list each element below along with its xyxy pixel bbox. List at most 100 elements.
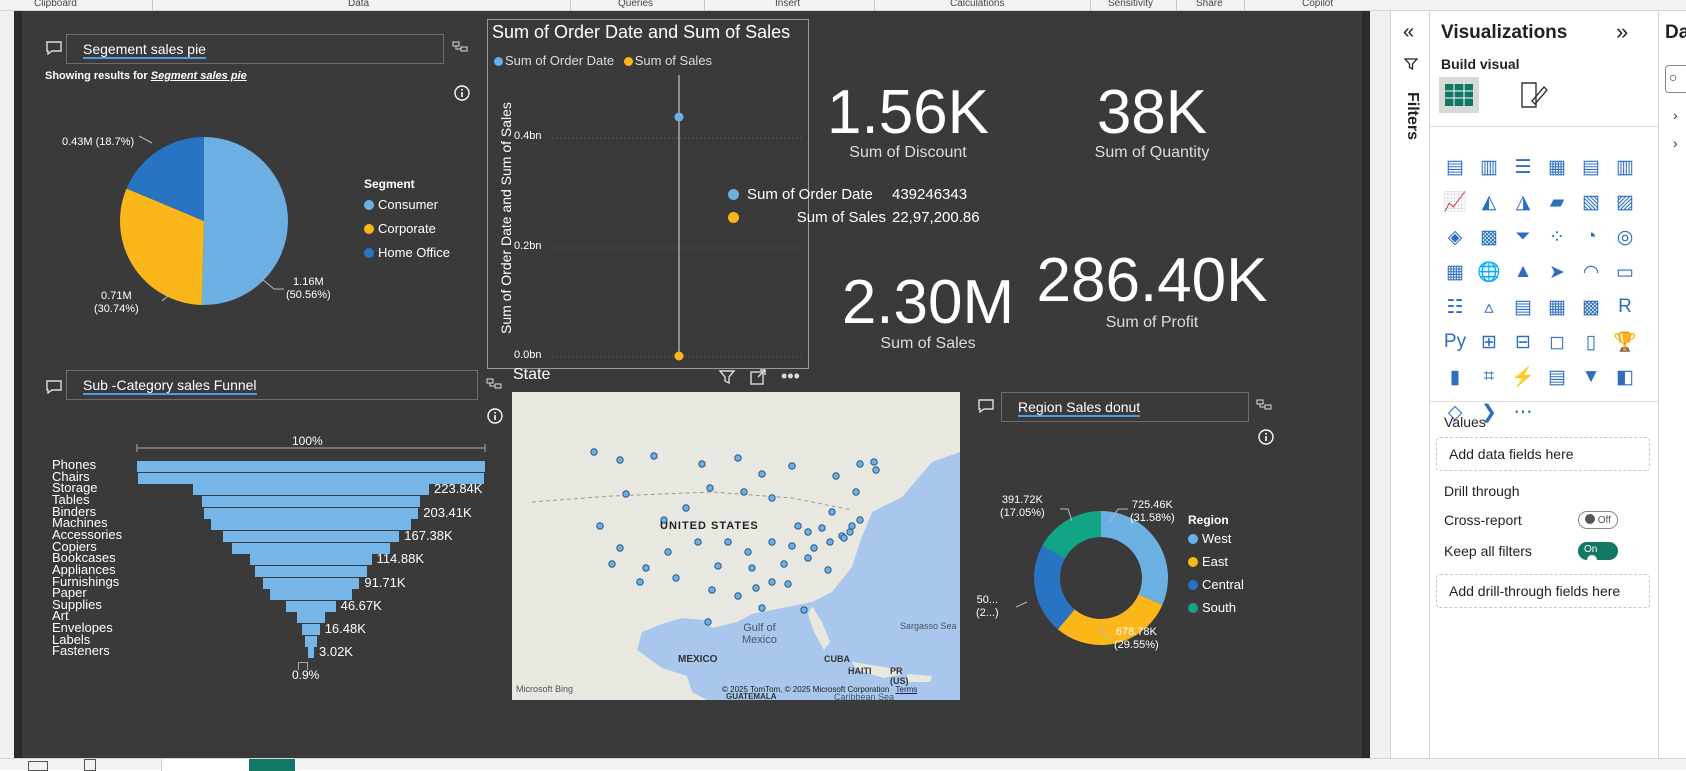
visual-type-grid[interactable]: ▤ ▥ ☰ ▦ ▤ ▥ 📈 ◭ ◮ ▰ ▧ ▨ ◈ ▩ ⏷ ⁘ ◔ ◎ ▦ 🌐 ▲ ➤ ◠ ▭ ☷ ▵ ▤ ▦ ▩ R Py ⊞ ⊟ ◻ ▯ 🏆 ▮ ⌗ ⚡…: [1442, 154, 1646, 434]
goals-icon[interactable]: 🏆: [1612, 329, 1638, 355]
drill-through-well[interactable]: Add drill-through fields here: [1436, 574, 1650, 608]
map-location-bubble[interactable]: [596, 522, 604, 530]
funnel-bar[interactable]: [262, 577, 360, 589]
stacked-area-icon[interactable]: ◮: [1510, 189, 1536, 215]
funnel-bar[interactable]: [201, 495, 421, 507]
map-location-bubble[interactable]: [672, 574, 680, 582]
funnel-bar[interactable]: [308, 647, 314, 659]
map-location-bubble[interactable]: [608, 560, 616, 568]
add-page-tab[interactable]: [249, 759, 295, 771]
map-location-bubble[interactable]: [780, 560, 788, 568]
narrative-icon[interactable]: ▯: [1578, 329, 1604, 355]
build-visual-tab[interactable]: [1439, 77, 1479, 113]
table-icon[interactable]: ▦: [1544, 294, 1570, 320]
page-nav-icon[interactable]: [84, 759, 96, 771]
map-location-bubble[interactable]: [810, 544, 818, 552]
collapse-left-icon[interactable]: «: [1403, 21, 1414, 44]
treemap-icon[interactable]: ▦: [1442, 259, 1468, 285]
map-location-bubble[interactable]: [708, 586, 716, 594]
line-stacked-icon[interactable]: ▨: [1612, 189, 1638, 215]
funnel-bar[interactable]: [250, 554, 372, 566]
map-location-bubble[interactable]: [744, 548, 752, 556]
map-location-bubble[interactable]: [870, 458, 878, 466]
funnel-icon[interactable]: ⏷: [1510, 224, 1536, 250]
decomposition-tree-icon[interactable]: ⊟: [1510, 329, 1536, 355]
map-location-bubble[interactable]: [704, 618, 712, 626]
power-automate-icon[interactable]: ⚡: [1510, 364, 1536, 390]
focus-mode-icon[interactable]: [749, 368, 767, 389]
matrix-icon[interactable]: ▩: [1578, 294, 1604, 320]
map-canvas[interactable]: [512, 392, 960, 700]
expand-right-icon[interactable]: »: [1616, 19, 1628, 45]
map-location-bubble[interactable]: [650, 452, 658, 460]
map-location-bubble[interactable]: [826, 538, 834, 546]
scatter-icon[interactable]: ⁘: [1544, 224, 1570, 250]
map-location-bubble[interactable]: [616, 544, 624, 552]
map-location-bubble[interactable]: [642, 564, 650, 572]
pie-icon[interactable]: ◔: [1578, 224, 1604, 250]
values-well[interactable]: Add data fields here: [1436, 437, 1650, 471]
map-location-bubble[interactable]: [748, 564, 756, 572]
map-location-bubble[interactable]: [788, 462, 796, 470]
legend-item-home-office[interactable]: Home Office: [364, 245, 450, 260]
stacked-column-icon[interactable]: ▥: [1476, 154, 1502, 180]
legend-item-south[interactable]: South: [1188, 600, 1244, 615]
key-influencers-icon[interactable]: ⊞: [1476, 329, 1502, 355]
power-apps-icon[interactable]: ⌗: [1476, 364, 1502, 390]
segment-pie-visual[interactable]: Segement sales pie Showing results for S…: [22, 11, 492, 361]
legend-item-corporate[interactable]: Corporate: [364, 221, 450, 236]
map-location-bubble[interactable]: [740, 488, 748, 496]
gauge-icon[interactable]: ◠: [1578, 259, 1604, 285]
funnel-visual[interactable]: Sub -Category sales Funnel 100% Phones Ch…: [22, 366, 512, 746]
map-location-bubble[interactable]: [752, 584, 760, 592]
map-location-bubble[interactable]: [840, 534, 848, 542]
more-options-icon[interactable]: •••: [781, 366, 800, 387]
map-location-bubble[interactable]: [768, 578, 776, 586]
map-location-bubble[interactable]: [734, 592, 742, 600]
chevron-right-icon[interactable]: ›: [1673, 135, 1678, 151]
map-location-bubble[interactable]: [768, 494, 776, 502]
map-location-bubble[interactable]: [846, 528, 854, 536]
map-location-bubble[interactable]: [698, 460, 706, 468]
custom-visual-icon[interactable]: ◧: [1612, 364, 1638, 390]
legend-item-consumer[interactable]: Consumer: [364, 197, 450, 212]
waterfall-icon[interactable]: ▩: [1476, 224, 1502, 250]
map-location-bubble[interactable]: [800, 606, 808, 614]
data-pane[interactable]: Da ○ › ›: [1658, 11, 1686, 758]
map-location-bubble[interactable]: [682, 504, 690, 512]
filters-label[interactable]: Filters: [1403, 83, 1421, 149]
funnel-bar[interactable]: [296, 612, 326, 624]
slicer-icon[interactable]: ▤: [1510, 294, 1536, 320]
report-page[interactable]: Segement sales pie Showing results for S…: [14, 11, 1370, 758]
pie-slice-consumer[interactable]: [201, 137, 288, 305]
chevron-right-icon[interactable]: ›: [1673, 107, 1678, 123]
donut-slice-west[interactable]: [1101, 511, 1168, 605]
funnel-bar[interactable]: [254, 565, 368, 577]
map-location-bubble[interactable]: [734, 454, 742, 462]
map-location-bubble[interactable]: [848, 522, 856, 530]
map-location-bubble[interactable]: [856, 516, 864, 524]
funnel-bar[interactable]: [203, 507, 419, 519]
100-column-icon[interactable]: ▥: [1612, 154, 1638, 180]
legend-item-east[interactable]: East: [1188, 554, 1244, 569]
funnel-bar[interactable]: [231, 542, 391, 554]
100-bar-icon[interactable]: ▤: [1578, 154, 1604, 180]
map-location-bubble[interactable]: [590, 448, 598, 456]
map-location-bubble[interactable]: [828, 508, 836, 516]
stacked-bar-icon[interactable]: ▤: [1442, 154, 1468, 180]
multi-row-card-icon[interactable]: ☷: [1442, 294, 1468, 320]
map-location-bubble[interactable]: [852, 488, 860, 496]
ribbon-chart-icon[interactable]: ◈: [1442, 224, 1468, 250]
map-icon[interactable]: 🌐: [1476, 259, 1502, 285]
map-location-bubble[interactable]: [856, 460, 864, 468]
map-location-bubble[interactable]: [758, 470, 766, 478]
visualizations-pane[interactable]: Visualizations » Build visual ▤ ▥ ☰ ▦ ▤ ▥ 📈 ◭ ◮ ▰…: [1430, 11, 1658, 758]
filters-pane[interactable]: « Filters: [1390, 11, 1430, 758]
map-location-bubble[interactable]: [724, 538, 732, 546]
filter-visual-icon[interactable]: ▼: [1578, 364, 1604, 390]
map-location-bubble[interactable]: [694, 538, 702, 546]
map-location-bubble[interactable]: [664, 548, 672, 556]
map-location-bubble[interactable]: [714, 562, 722, 570]
map-location-bubble[interactable]: [616, 456, 624, 464]
card-icon[interactable]: ▭: [1612, 259, 1638, 285]
